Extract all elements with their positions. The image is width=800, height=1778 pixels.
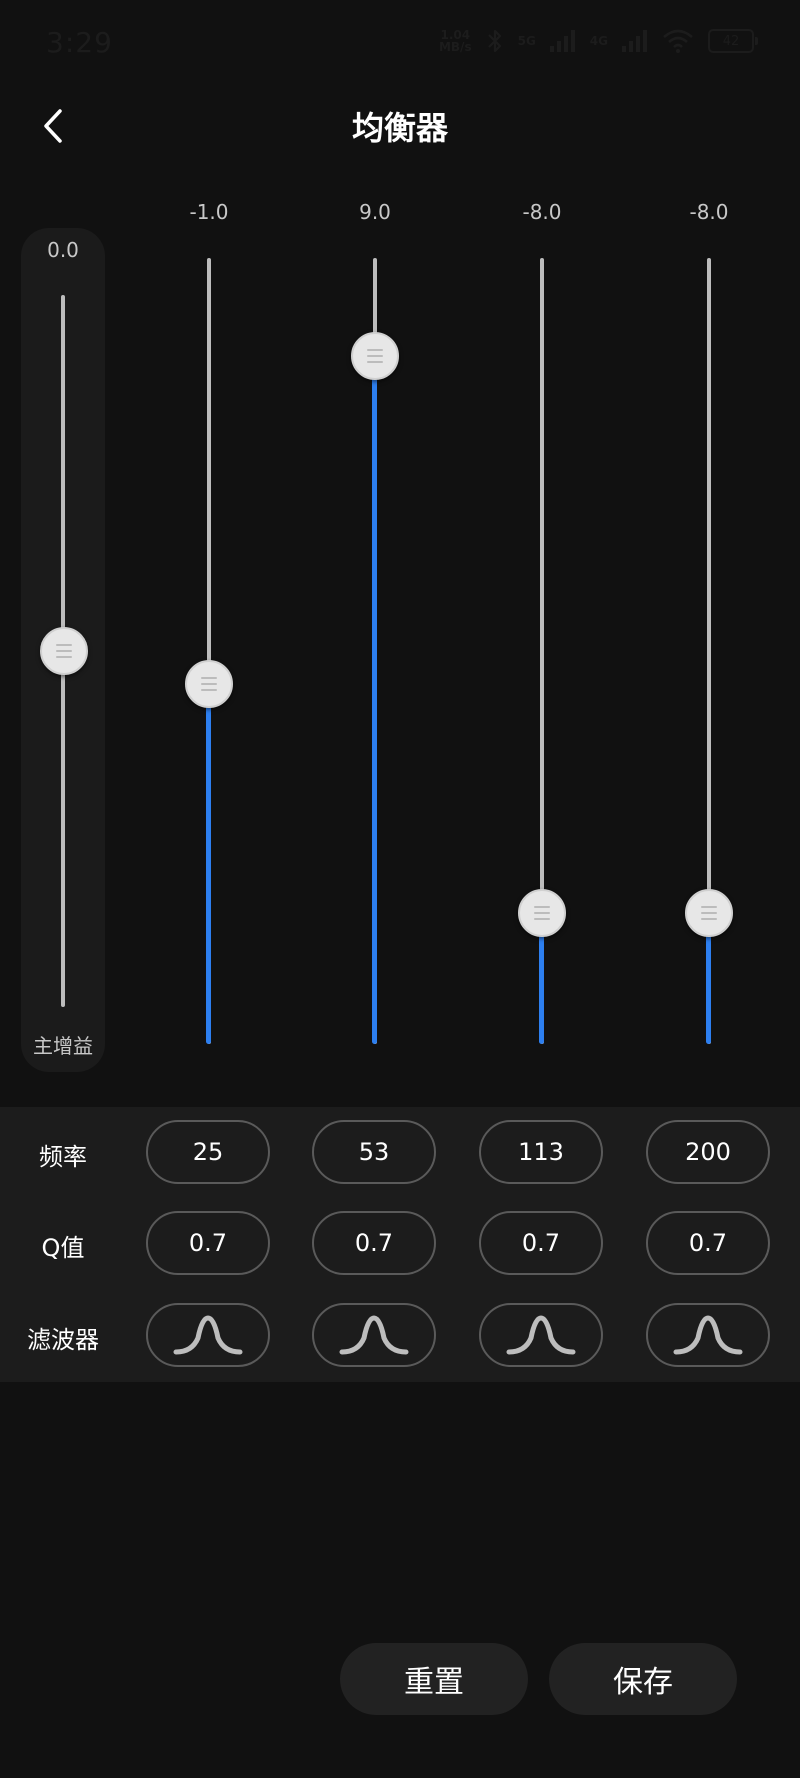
band-1-value: -1.0 [189, 200, 229, 224]
band-2-filter-button[interactable] [312, 1303, 436, 1367]
battery-icon: 42 [708, 29, 758, 53]
frequency-row-label: 频率 [39, 1143, 87, 1171]
reset-button[interactable]: 重置 [340, 1643, 528, 1715]
peak-filter-icon [673, 1315, 743, 1355]
band-4-slider-thumb[interactable] [685, 889, 733, 937]
band-4-value: -8.0 [689, 200, 729, 224]
band-1-q[interactable]: 0.7 [146, 1211, 270, 1275]
network-speed-unit: MB/s [438, 40, 472, 54]
grip-icon [367, 349, 383, 364]
peak-filter-icon [339, 1315, 409, 1355]
band-3-q[interactable]: 0.7 [479, 1211, 603, 1275]
cellular-signal-icon-2 [622, 30, 647, 52]
band-3-slider-thumb[interactable] [518, 889, 566, 937]
band-3-frequency[interactable]: 113 [479, 1120, 603, 1184]
status-bar: 3:29 1.04 MB/s 5G 4G 42 [0, 0, 800, 90]
band-4-filter-button[interactable] [646, 1303, 770, 1367]
band-2-q[interactable]: 0.7 [312, 1211, 436, 1275]
filter-row-label: 滤波器 [27, 1326, 99, 1354]
band-1-track-fill [206, 683, 211, 1044]
peak-filter-icon [506, 1315, 576, 1355]
band-1-slider-thumb[interactable] [185, 659, 233, 708]
band-2-frequency[interactable]: 53 [312, 1120, 436, 1184]
grip-icon [56, 644, 72, 658]
status-icons: 1.04 MB/s 5G 4G 42 [439, 28, 758, 54]
save-button[interactable]: 保存 [549, 1643, 737, 1715]
master-gain-slider-thumb[interactable] [40, 627, 88, 675]
bluetooth-icon [487, 29, 501, 53]
grip-icon [201, 676, 217, 691]
band-2-value: 9.0 [359, 200, 391, 224]
band-2-slider-thumb[interactable] [351, 332, 399, 381]
wifi-icon [663, 29, 693, 53]
band-4-frequency[interactable]: 200 [646, 1120, 770, 1184]
band-1-filter-button[interactable] [146, 1303, 270, 1367]
q-row-label: Q值 [41, 1234, 85, 1262]
band-4-q[interactable]: 0.7 [646, 1211, 770, 1275]
grip-icon [534, 906, 550, 920]
signal-5g-label: 5G [517, 34, 536, 48]
grip-icon [701, 906, 717, 920]
band-1-frequency[interactable]: 25 [146, 1120, 270, 1184]
network-speed: 1.04 MB/s [439, 29, 472, 53]
band-settings-panel: 频率 25 53 113 200 Q值 0.7 0.7 0.7 0.7 滤波器 [0, 1107, 800, 1382]
cellular-signal-icon [549, 30, 575, 52]
band-2-track-fill [372, 356, 377, 1044]
status-time: 3:29 [46, 26, 113, 59]
master-gain-label: 主增益 [33, 1034, 93, 1058]
battery-level: 42 [722, 33, 740, 49]
band-3-filter-button[interactable] [479, 1303, 603, 1367]
page-title: 均衡器 [351, 109, 448, 147]
master-gain-value: 0.0 [47, 238, 79, 262]
peak-filter-icon [173, 1315, 243, 1355]
band-3-value: -8.0 [522, 200, 562, 224]
signal-4g-label: 4G [589, 34, 608, 48]
